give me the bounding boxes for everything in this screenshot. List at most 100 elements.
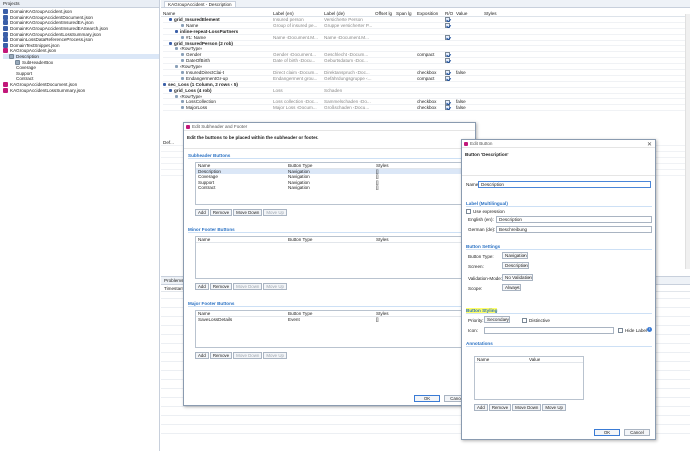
use-expression-checkbox[interactable] (466, 209, 471, 214)
priority-select[interactable]: Secondary (484, 316, 510, 323)
element-icon (181, 70, 184, 74)
subheader-table[interactable]: Name Button Type Styles Description Navigati… (195, 162, 471, 205)
annotations-value-column: Value (529, 356, 541, 362)
editor-tab[interactable]: KAGroupAccident - Description (164, 0, 236, 7)
minor-footer-move-down-button[interactable]: Move Down (233, 283, 263, 290)
button-ok-button[interactable]: OK (594, 429, 620, 436)
table-row[interactable]: Coverage Navigation [] (196, 174, 470, 180)
major-footer-table[interactable]: Name Button Type Styles SaveLossDetails Even… (195, 310, 471, 348)
row-de: Direktanspruch ‹Doc... (324, 69, 370, 75)
row-name-text: EndangermentGr-up (186, 75, 228, 81)
readonly-checkbox[interactable] (445, 17, 450, 23)
timestamp-column[interactable]: Timestam (164, 286, 184, 291)
subheader-ok-button[interactable]: OK (414, 395, 440, 402)
table-row[interactable]: SaveLossDetails Event [] (196, 317, 470, 323)
readonly-checkbox[interactable] (445, 22, 450, 28)
table-row[interactable]: Contract Navigation [] (196, 185, 470, 191)
column-header[interactable]: Name (163, 11, 273, 16)
problems-tab[interactable]: Problems (164, 278, 183, 283)
subheader-remove-button[interactable]: Remove (209, 209, 233, 216)
readonly-cell (445, 22, 456, 28)
column-header[interactable]: Name (196, 237, 286, 242)
annotations-table[interactable]: Name Value (474, 356, 584, 400)
hide-label-text: Hide Label (625, 328, 647, 333)
annotation-move-down-button[interactable]: Move Down (512, 404, 542, 411)
app-icon (186, 124, 190, 129)
row-val: false (456, 99, 466, 105)
row-name-text: Name (186, 22, 199, 28)
column-header[interactable]: Exposition (417, 11, 445, 16)
distinctive-checkbox[interactable] (522, 318, 527, 323)
column-header[interactable]: Styles (374, 311, 464, 316)
column-header[interactable]: Name (196, 163, 286, 168)
editor-row[interactable]: MajorLoss Major Loss ‹Docum... Großschaden… (163, 105, 690, 112)
readonly-checkbox[interactable] (445, 99, 450, 105)
subheader-move-up-button[interactable]: Move Up (263, 209, 287, 216)
major-footer-add-button[interactable]: Add (195, 352, 209, 359)
readonly-checkbox[interactable] (445, 52, 450, 58)
minor-footer-add-button[interactable]: Add (195, 283, 209, 290)
minor-footer-table[interactable]: Name Button Type Styles (195, 236, 471, 279)
subheader-move-down-button[interactable]: Move Down (233, 209, 263, 216)
row-name: Support (198, 179, 215, 185)
project-file-label: DomainKAGroupAccidentLossSummary.json (10, 31, 102, 37)
column-header[interactable]: Styles (484, 11, 524, 16)
scope-label: Scope: (468, 286, 483, 291)
column-header[interactable]: R/O (445, 11, 456, 16)
row-en: Group of insured pe... (273, 22, 318, 28)
column-header[interactable]: Name (196, 311, 286, 316)
row-type: Event (288, 316, 300, 322)
button-cancel-button[interactable]: Cancel (624, 429, 650, 436)
column-header[interactable]: Button Type (286, 311, 374, 316)
minor-footer-remove-button[interactable]: Remove (209, 283, 233, 290)
readonly-cell (445, 58, 456, 64)
readonly-checkbox[interactable] (445, 34, 450, 40)
column-header[interactable]: Styles (374, 237, 464, 242)
major-footer-move-down-button[interactable]: Move Down (233, 352, 263, 359)
readonly-checkbox[interactable] (445, 76, 450, 81)
annotations-section-title: Annotations (466, 341, 652, 347)
column-header[interactable]: Label (en) (273, 11, 324, 16)
element-icon (169, 88, 172, 92)
table-row[interactable]: Description Navigation [] (196, 168, 470, 174)
scope-row: Scope: Always (466, 284, 652, 294)
readonly-cell (445, 70, 456, 76)
row-name: ‹RowType› (163, 46, 273, 51)
column-header[interactable]: Span lg (396, 11, 417, 16)
german-input[interactable]: Beschreibung (496, 226, 652, 233)
column-header[interactable]: Button Type (286, 163, 374, 168)
major-footer-move-up-button[interactable]: Move Up (263, 352, 287, 359)
screen-select[interactable]: Description (502, 262, 529, 269)
column-header[interactable]: Offset lg (375, 11, 396, 16)
column-header[interactable]: Label (de) (324, 11, 375, 16)
editor-scrollbar[interactable] (685, 14, 690, 269)
project-file-item[interactable]: KAGroupAccidentLossSummary.json (3, 87, 159, 93)
readonly-checkbox[interactable] (445, 105, 450, 111)
name-input[interactable]: Description (478, 181, 651, 188)
button-type-select[interactable]: Navigation (502, 252, 528, 259)
table-row[interactable]: Support Navigation [] (196, 180, 470, 186)
column-header[interactable]: Button Type (286, 237, 374, 242)
validation-select[interactable]: No Validation (502, 274, 533, 281)
row-name-text: LossCollection (186, 99, 216, 105)
annotation-move-up-button[interactable]: Move Up (542, 404, 566, 411)
project-file-label: KAGroupAccidentLossSummary.json (10, 87, 86, 93)
editor-tab-bar: KAGroupAccident - Description (161, 0, 690, 8)
hide-label-checkbox[interactable] (618, 328, 623, 333)
english-row: English (en): Description (466, 216, 652, 225)
english-input[interactable]: Description (496, 216, 652, 223)
scope-select[interactable]: Always (502, 284, 521, 291)
major-footer-remove-button[interactable]: Remove (209, 352, 233, 359)
column-header[interactable]: Value (456, 11, 484, 16)
readonly-checkbox[interactable] (445, 58, 450, 64)
element-icon (181, 106, 184, 110)
annotation-remove-button[interactable]: Remove (488, 404, 512, 411)
icon-input[interactable] (484, 327, 614, 334)
close-icon[interactable]: ✕ (647, 141, 652, 148)
readonly-checkbox[interactable] (445, 70, 450, 76)
column-header[interactable]: Styles (374, 163, 464, 168)
annotations-name-column: Name (477, 356, 490, 362)
minor-footer-move-up-button[interactable]: Move Up (263, 283, 287, 290)
subheader-add-button[interactable]: Add (195, 209, 209, 216)
annotation-add-button[interactable]: Add (474, 404, 488, 411)
